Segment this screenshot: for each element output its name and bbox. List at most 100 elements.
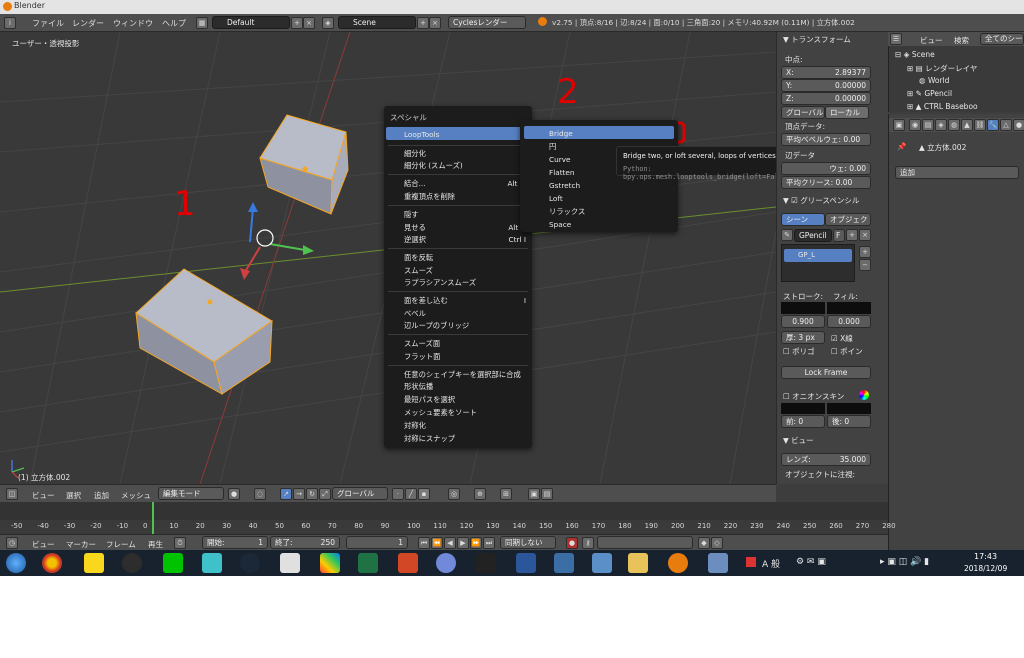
scene-tab-icon[interactable]: ◈ xyxy=(935,119,947,131)
submenu-item-curve[interactable]: Curve xyxy=(549,155,571,164)
clock-time[interactable]: 17:43 xyxy=(974,552,997,561)
orientation-select[interactable]: グローバル xyxy=(332,487,388,500)
window-app-icon[interactable] xyxy=(592,553,612,573)
record-icon[interactable]: ● xyxy=(566,537,578,549)
gp-name-field[interactable]: GPencil xyxy=(794,229,832,242)
viewport-menu-add[interactable]: 追加 xyxy=(94,490,109,501)
next-key-icon[interactable]: ⏩ xyxy=(470,537,482,549)
menu-item-smooth[interactable]: スムーズ xyxy=(404,266,433,276)
add-scene-icon[interactable]: + xyxy=(417,17,429,29)
outliner-item-scene[interactable]: ⊟ ◈ Scene xyxy=(895,50,935,59)
menu-item-flip-normals[interactable]: 面を反転 xyxy=(404,253,433,263)
sync-mode-select[interactable]: 同期しない xyxy=(500,536,556,549)
snap-icon[interactable]: ⊕ xyxy=(474,488,486,500)
add-modifier-button[interactable]: 追加 xyxy=(895,166,1019,179)
insert-key-icon[interactable]: ◆ xyxy=(698,537,710,549)
translate-icon[interactable]: → xyxy=(293,488,305,500)
start-button-icon[interactable] xyxy=(6,553,26,573)
outliner-item-ctrl[interactable]: ⊞ ▲ CTRL Baseboo xyxy=(907,102,978,111)
edge-select-icon[interactable]: ╱ xyxy=(405,488,417,500)
keying-set-icon[interactable]: ⚷ xyxy=(582,537,594,549)
chrome-icon[interactable] xyxy=(42,553,62,573)
discord-icon[interactable] xyxy=(436,553,456,573)
fill-opacity-field[interactable]: 0.000 xyxy=(827,315,871,328)
nox-icon[interactable] xyxy=(476,553,496,573)
play-reverse-icon[interactable]: ◀ xyxy=(444,537,456,549)
blender-taskbar-icon[interactable] xyxy=(668,553,688,573)
prev-key-icon[interactable]: ⏪ xyxy=(431,537,443,549)
app2-icon[interactable] xyxy=(554,553,574,573)
menu-item-reveal[interactable]: 見せる xyxy=(404,223,426,233)
menu-item-merge[interactable]: 結合... xyxy=(404,179,426,189)
scene-icon[interactable]: ◈ xyxy=(322,17,334,29)
material-tab-icon[interactable]: ● xyxy=(1013,119,1024,131)
tray-icons[interactable]: ⚙ ✉ ▣ xyxy=(796,557,826,567)
face-select-icon[interactable]: ▪ xyxy=(418,488,430,500)
onion-skin-checkbox[interactable]: ☐ オニオンスキン xyxy=(783,391,844,402)
gp-layer-add-icon[interactable]: + xyxy=(859,246,871,258)
menu-item-bevel[interactable]: ベベル xyxy=(404,309,426,319)
gp-datablock-icon[interactable]: ✎ xyxy=(781,229,793,241)
menu-item-laplacian-smooth[interactable]: ラプラシアンスムーズ xyxy=(404,278,476,288)
submenu-item-relax[interactable]: リラックス xyxy=(549,207,585,217)
menu-file[interactable]: ファイル xyxy=(32,18,64,29)
transform-header[interactable]: ▼ トランスフォーム xyxy=(783,34,851,45)
timeline-menu-playback[interactable]: 再生 xyxy=(148,539,163,550)
file-explorer-icon[interactable] xyxy=(628,553,648,573)
outliner-menu-view[interactable]: ビュー xyxy=(920,35,943,46)
lens-field[interactable]: レンズ: 35.000 xyxy=(781,453,871,466)
grease-pencil-header[interactable]: ▼ ☑ グリースペンシル xyxy=(783,195,859,206)
xray-checkbox[interactable]: ☑ X線 xyxy=(831,333,853,344)
render-engine-select[interactable]: Cyclesレンダー xyxy=(448,16,526,29)
remove-layout-icon[interactable]: × xyxy=(303,17,315,29)
opengl-render-icon[interactable]: ▣ xyxy=(528,488,540,500)
viewport-menu-view[interactable]: ビュー xyxy=(32,490,55,501)
jump-end-icon[interactable]: ⏭ xyxy=(483,537,495,549)
submenu-item-loft[interactable]: Loft xyxy=(549,194,563,203)
pinwheel-icon[interactable] xyxy=(280,553,300,573)
viewport-menu-select[interactable]: 選択 xyxy=(66,490,81,501)
object-tab-icon[interactable]: ▲ xyxy=(961,119,973,131)
stroke-opacity-field[interactable]: 0.900 xyxy=(781,315,825,328)
gp-fake-user-button[interactable]: F xyxy=(833,229,845,242)
current-frame-field[interactable]: 1 xyxy=(346,536,408,549)
menu-item-sort-elements[interactable]: メッシュ要素をソート xyxy=(404,408,477,418)
render-tab-icon[interactable]: ◉ xyxy=(909,119,921,131)
data-tab-icon[interactable]: △ xyxy=(1000,119,1012,131)
paint-icon[interactable] xyxy=(708,553,728,573)
menu-help[interactable]: ヘルプ xyxy=(162,18,186,29)
keying-set-field[interactable] xyxy=(597,536,693,549)
viewport-editor-icon[interactable]: ◫ xyxy=(6,488,18,500)
shading-icon[interactable]: ● xyxy=(228,488,240,500)
menu-item-symmetrize[interactable]: 対称化 xyxy=(404,421,426,431)
menu-item-blend-from-shape[interactable]: 任意のシェイプキーを選択部に合成 xyxy=(404,370,521,380)
outliner-filter-select[interactable]: 全てのシーン xyxy=(980,33,1024,45)
menu-item-snap-to-symmetry[interactable]: 対称にスナップ xyxy=(404,434,455,444)
pivot-icon[interactable]: ◌ xyxy=(254,488,266,500)
median-z-field[interactable]: Z: 0.00000 xyxy=(781,92,871,105)
colorful-app-icon[interactable] xyxy=(320,553,340,573)
constraint-tab-icon[interactable]: ⛓ xyxy=(974,119,986,131)
median-y-field[interactable]: Y: 0.00000 xyxy=(781,79,871,92)
menu-item-inset-faces[interactable]: 面を差し込む xyxy=(404,296,448,306)
local-toggle[interactable]: ローカル xyxy=(825,106,869,119)
polygon-checkbox[interactable]: ☐ ポリゴ xyxy=(783,346,815,357)
opengl-anim-icon[interactable]: ▤ xyxy=(541,488,553,500)
global-toggle[interactable]: グローバル xyxy=(781,106,825,119)
timeline-menu-frame[interactable]: フレーム xyxy=(106,539,136,550)
mean-crease-field[interactable]: 平均クリース: 0.00 xyxy=(781,176,871,189)
tray-system-icons[interactable]: ▸ ▣ ◫ 🔊 ▮ xyxy=(880,557,929,567)
outliner-menu-search[interactable]: 検索 xyxy=(954,35,969,46)
screen-layout-icon[interactable]: ▦ xyxy=(196,17,208,29)
outliner-editor-icon[interactable]: ☰ xyxy=(890,33,902,45)
edge-bevel-field[interactable]: ウェ: 0.00 xyxy=(781,162,871,175)
rotate-icon[interactable]: ↻ xyxy=(306,488,318,500)
submenu-item-gstretch[interactable]: Gstretch xyxy=(549,181,580,190)
color-wheel-icon[interactable] xyxy=(859,390,869,400)
thickness-field[interactable]: 厚: 3 px xyxy=(781,331,825,344)
powerpoint-icon[interactable] xyxy=(398,553,418,573)
line-icon[interactable] xyxy=(163,553,183,573)
miku-icon[interactable] xyxy=(202,553,222,573)
menu-item-looptools[interactable]: LoopTools xyxy=(404,130,439,139)
timeline-menu-view[interactable]: ビュー xyxy=(32,539,55,550)
